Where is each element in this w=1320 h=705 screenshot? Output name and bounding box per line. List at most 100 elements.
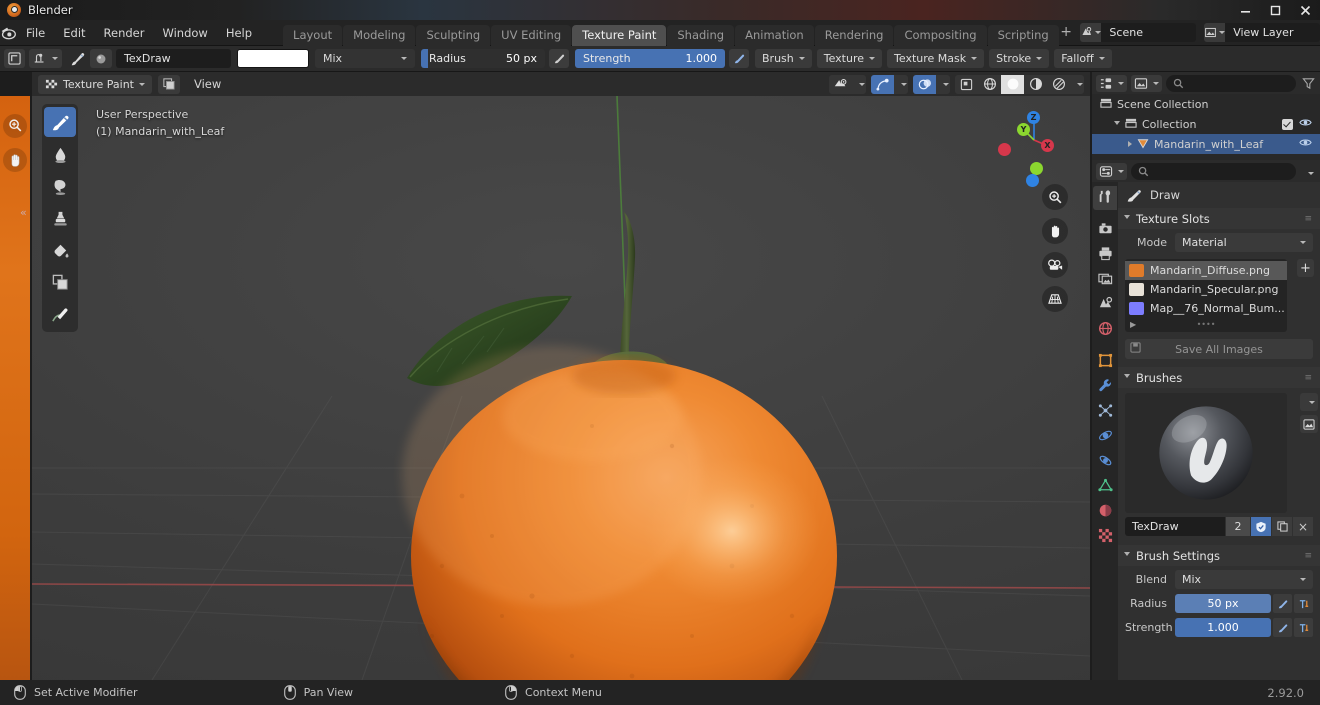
brush-browse-button[interactable]	[90, 49, 112, 68]
menu-help[interactable]: Help	[217, 20, 261, 46]
view-layer-tab[interactable]	[1093, 268, 1117, 292]
brush-browse-caret-icon[interactable]	[1300, 393, 1318, 411]
tool-tab[interactable]	[1093, 186, 1117, 210]
strength-slider[interactable]: Strength 1.000	[575, 49, 725, 68]
workspace-tab-compositing[interactable]: Compositing	[894, 24, 987, 46]
scene-selector[interactable]: Scene ×	[1080, 23, 1197, 42]
fake-user-toggle[interactable]	[1251, 517, 1271, 536]
visibility-eye-icon[interactable]	[1299, 117, 1312, 131]
add-workspace-button[interactable]: +	[1060, 22, 1073, 43]
scene-tab[interactable]	[1093, 293, 1117, 317]
zoom-icon[interactable]	[1042, 184, 1068, 210]
outliner-search-input[interactable]	[1166, 74, 1296, 92]
strength-pressure-button[interactable]	[729, 49, 749, 68]
radius-pressure-button[interactable]	[549, 49, 569, 68]
overlays-icon[interactable]	[913, 74, 936, 94]
physics-tab[interactable]	[1093, 425, 1117, 449]
menu-file[interactable]: File	[17, 20, 54, 46]
menu-render[interactable]: Render	[95, 20, 154, 46]
properties-editor-icon[interactable]	[1096, 162, 1127, 180]
popover-brush[interactable]: Brush	[755, 49, 812, 68]
expander-icon[interactable]	[1114, 120, 1120, 128]
popover-stroke[interactable]: Stroke	[989, 49, 1050, 68]
workspace-tab-uv-editing[interactable]: UV Editing	[491, 24, 572, 46]
modifier-tab[interactable]	[1093, 375, 1117, 399]
3d-viewport[interactable]: User Perspective (1) Mandarin_with_Leaf …	[32, 96, 1090, 680]
texture-slot-item[interactable]: Mandarin_Diffuse.png	[1125, 261, 1287, 280]
radius-pressure-toggle[interactable]	[1273, 594, 1292, 613]
draw-tool[interactable]	[44, 107, 76, 137]
radius-value-slider[interactable]: 50 px	[1175, 594, 1271, 613]
collection-exclude-checkbox[interactable]	[1282, 118, 1293, 130]
outliner-row-collection[interactable]: Collection	[1092, 114, 1320, 134]
workspace-tab-animation[interactable]: Animation	[735, 24, 814, 46]
texture-slot-list[interactable]: Mandarin_Diffuse.png Mandarin_Specular.pn…	[1125, 259, 1287, 332]
workspace-tab-layout[interactable]: Layout	[283, 24, 343, 46]
new-brush-button[interactable]	[1272, 517, 1292, 536]
expander-icon[interactable]	[1128, 141, 1132, 147]
clone-tool[interactable]	[44, 203, 76, 233]
shading-solid-icon[interactable]	[1001, 74, 1024, 94]
properties-options-caret-icon[interactable]	[1300, 165, 1316, 178]
restore-button[interactable]	[1260, 0, 1290, 20]
world-tab[interactable]	[1093, 318, 1117, 342]
workspace-tab-scripting[interactable]: Scripting	[987, 24, 1059, 46]
brush-color-swatch[interactable]	[237, 49, 309, 68]
popover-texture-mask[interactable]: Texture Mask	[887, 49, 985, 68]
brush-preview[interactable]	[1125, 393, 1287, 513]
editor-type-button[interactable]	[4, 49, 25, 68]
interaction-mode-dropdown[interactable]: Texture Paint	[38, 74, 152, 94]
render-tab[interactable]	[1093, 218, 1117, 242]
xray-icon[interactable]	[955, 75, 978, 94]
blend-mode-dropdown[interactable]: Mix	[315, 49, 415, 68]
visibility-caret-icon[interactable]	[852, 75, 866, 94]
save-all-images-button[interactable]: Save All Images	[1125, 339, 1313, 359]
outliner-row-mandarin_with_leaf[interactable]: Mandarin_with_Leaf	[1092, 134, 1320, 154]
menu-edit[interactable]: Edit	[54, 20, 94, 46]
list-filter-expand-icon[interactable]: ▶	[1130, 320, 1136, 329]
gizmo-axis-x[interactable]: X	[1041, 139, 1054, 152]
popover-falloff[interactable]: Falloff	[1054, 49, 1112, 68]
gizmo-axis-neg-z[interactable]	[1026, 174, 1039, 187]
shading-material-preview-icon[interactable]	[1024, 75, 1047, 94]
texture-tab[interactable]	[1093, 525, 1117, 549]
view-layer-browse-icon[interactable]	[1204, 23, 1226, 42]
strength-value-slider[interactable]: 1.000	[1175, 618, 1271, 637]
visibility-eye-icon[interactable]	[1299, 137, 1312, 151]
strength-unified-toggle[interactable]	[1294, 618, 1313, 637]
brush-users-count[interactable]: 2	[1226, 517, 1250, 536]
navigation-gizmo[interactable]: Z Y X	[998, 104, 1064, 187]
zoom-region-icon[interactable]	[3, 114, 27, 138]
shading-caret-icon[interactable]	[1070, 75, 1084, 94]
brush-settings-panel-header[interactable]: Brush Settings ≡	[1118, 545, 1320, 566]
material-tab[interactable]	[1093, 500, 1117, 524]
smear-tool[interactable]	[44, 171, 76, 201]
strength-pressure-toggle[interactable]	[1273, 618, 1292, 637]
mask-tool[interactable]	[44, 267, 76, 297]
data-tab[interactable]	[1093, 475, 1117, 499]
gizmo-axis-z[interactable]: Z	[1027, 111, 1040, 124]
add-texture-slot-button[interactable]: +	[1297, 259, 1314, 277]
object-visibility-icon[interactable]	[829, 75, 852, 94]
snapping-button[interactable]	[29, 49, 62, 68]
brush-custom-preview-icon[interactable]	[1300, 415, 1318, 433]
workspace-tab-sculpting[interactable]: Sculpting	[416, 24, 491, 46]
radius-unified-toggle[interactable]	[1294, 594, 1313, 613]
fill-tool[interactable]	[44, 235, 76, 265]
sidebar-collapse-icon[interactable]: «	[20, 206, 30, 226]
close-button[interactable]	[1290, 0, 1320, 20]
face-mask-button[interactable]	[157, 74, 180, 94]
output-tab[interactable]	[1093, 243, 1117, 267]
brushes-panel-header[interactable]: Brushes ≡	[1118, 367, 1320, 388]
scene-name-field[interactable]: Scene	[1101, 23, 1197, 42]
pan-hand-icon[interactable]	[1042, 218, 1068, 244]
popover-texture[interactable]: Texture	[816, 49, 883, 68]
outliner-row-scene-collection[interactable]: Scene Collection	[1092, 94, 1320, 114]
view-layer-name-field[interactable]: View Layer	[1225, 23, 1320, 42]
scene-browse-icon[interactable]	[1080, 23, 1102, 42]
view-menu[interactable]: View	[186, 75, 229, 94]
workspace-tab-modeling[interactable]: Modeling	[343, 24, 416, 46]
texture-slot-item[interactable]: Map__76_Normal_Bum...	[1125, 299, 1287, 318]
constraints-tab[interactable]	[1093, 450, 1117, 474]
texture-slot-list-footer[interactable]: ▶ ••••	[1125, 318, 1287, 330]
